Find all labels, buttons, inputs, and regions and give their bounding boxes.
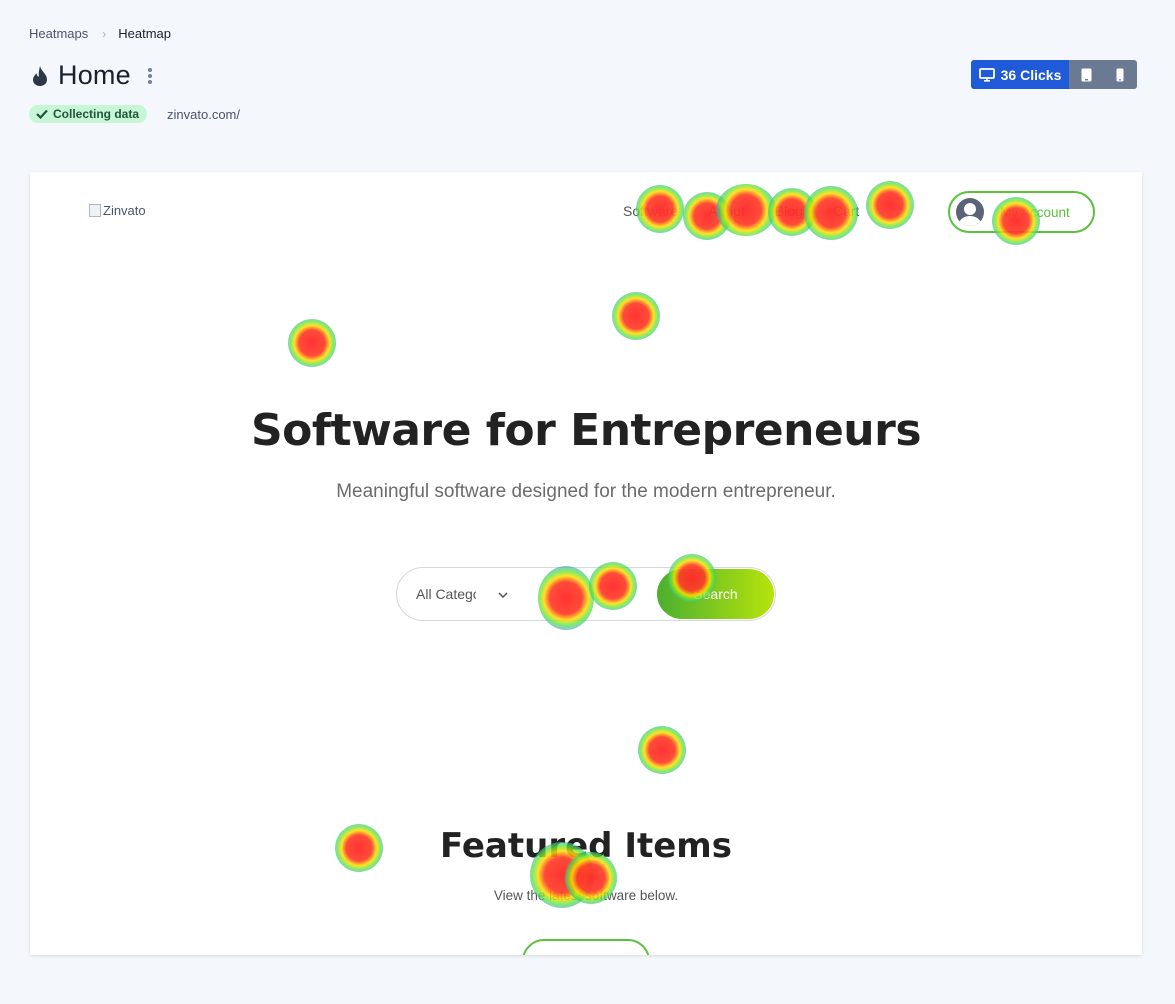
more-options-icon[interactable] [145, 66, 155, 86]
breadcrumb: Heatmaps › Heatmap [29, 26, 171, 41]
check-icon [36, 109, 48, 119]
featured-title: Featured Items [440, 826, 732, 866]
device-switcher: 36 Clicks [971, 60, 1137, 89]
search-bar: All Categories Search [396, 567, 776, 621]
page-url: zinvato.com/ [167, 106, 240, 122]
site-logo[interactable]: Zinvato [89, 203, 146, 218]
nav-software[interactable]: Software [623, 203, 678, 219]
category-select[interactable]: All Categories [416, 586, 476, 602]
breadcrumb-current: Heatmap [118, 26, 171, 41]
hero-title: Software for Entrepreneurs [250, 405, 922, 456]
desktop-icon [978, 67, 995, 82]
featured-subtitle: View the latest software below. [493, 888, 679, 903]
flame-icon [30, 63, 50, 89]
my-account-button[interactable]: My Account [948, 191, 1095, 233]
nav-blog[interactable]: Blog [775, 203, 803, 219]
breadcrumb-separator-icon: › [102, 26, 107, 41]
status-badge: Collecting data [29, 105, 148, 123]
mobile-button[interactable] [1103, 60, 1137, 89]
heatmap-preview: Zinvato Software About Blog Cart My Acco… [30, 172, 1142, 955]
page-title: Home [58, 60, 131, 90]
mobile-icon [1116, 68, 1124, 81]
click-hotspot [288, 319, 336, 367]
nav-cart[interactable]: Cart [833, 203, 859, 219]
broken-image-icon [89, 204, 101, 217]
status-row: Collecting data zinvato.com/ [29, 105, 240, 123]
hero-subtitle: Meaningful software designed for the mod… [336, 481, 836, 502]
clicks-count: 36 Clicks [1000, 66, 1062, 83]
site-nav: Software About Blog Cart [623, 203, 889, 219]
featured-button[interactable] [522, 939, 650, 955]
my-account-label: My Account [1000, 204, 1070, 220]
breadcrumb-heatmaps-link[interactable]: Heatmaps [29, 26, 88, 41]
tablet-button[interactable] [1069, 60, 1103, 89]
nav-about[interactable]: About [708, 203, 745, 219]
status-badge-label: Collecting data [53, 107, 140, 121]
avatar [956, 198, 984, 226]
search-button[interactable]: Search [657, 569, 774, 619]
click-hotspot [638, 726, 686, 774]
click-hotspot [612, 292, 660, 340]
desktop-clicks-button[interactable]: 36 Clicks [971, 60, 1069, 89]
tablet-icon [1081, 68, 1091, 81]
site-logo-alt: Zinvato [103, 203, 146, 218]
chevron-down-icon[interactable] [498, 585, 508, 603]
page-header: Home [30, 60, 155, 91]
